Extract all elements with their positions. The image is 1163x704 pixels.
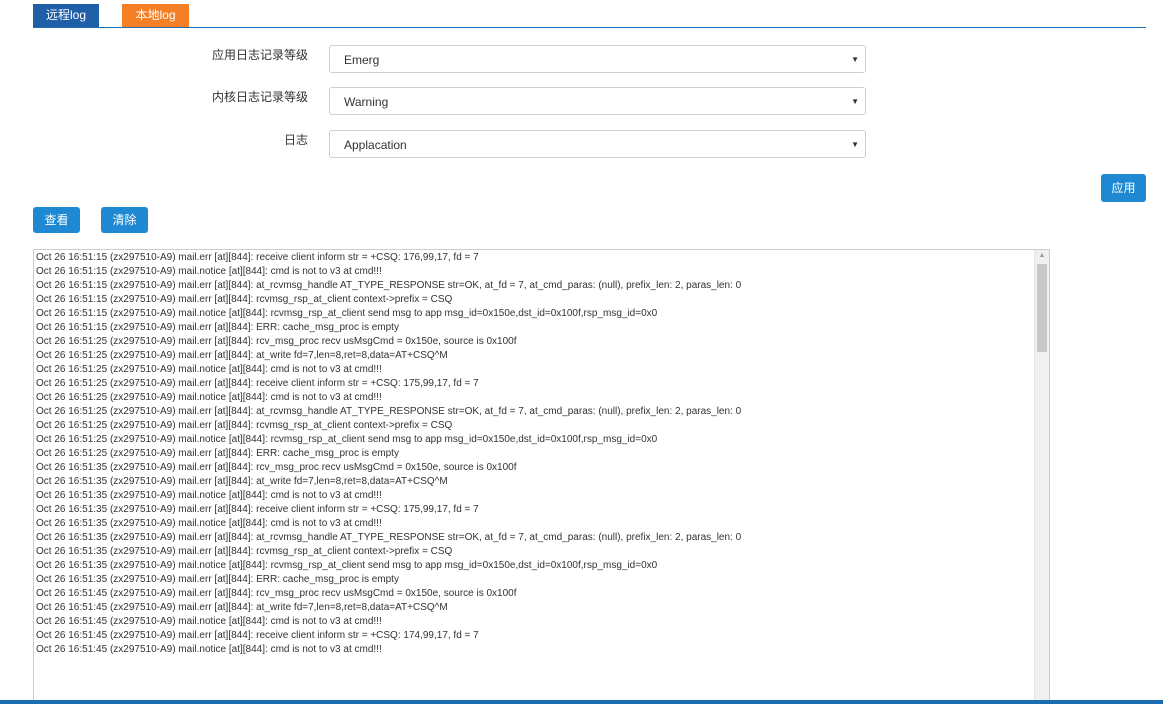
kernel-log-level-value: Warning	[344, 95, 389, 109]
log-line: Oct 26 16:51:15 (zx297510-A9) mail.notic…	[36, 266, 382, 277]
log-line: Oct 26 16:51:25 (zx297510-A9) mail.err […	[36, 336, 517, 347]
log-line: Oct 26 16:51:25 (zx297510-A9) mail.notic…	[36, 364, 382, 375]
apply-button[interactable]: 应用	[1101, 174, 1146, 202]
log-line: Oct 26 16:51:35 (zx297510-A9) mail.err […	[36, 532, 742, 543]
log-line: Oct 26 16:51:25 (zx297510-A9) mail.err […	[36, 420, 453, 431]
chevron-down-icon: ▼	[851, 140, 859, 149]
log-line: Oct 26 16:51:15 (zx297510-A9) mail.notic…	[36, 308, 658, 319]
log-line: Oct 26 16:51:45 (zx297510-A9) mail.err […	[36, 602, 448, 613]
log-line: Oct 26 16:51:25 (zx297510-A9) mail.err […	[36, 448, 399, 459]
clear-button[interactable]: 清除	[101, 207, 148, 233]
tab-remote-log[interactable]: 远程log	[33, 4, 99, 27]
log-type-row: 日志 Applacation ▼	[0, 129, 1163, 159]
log-line: Oct 26 16:51:35 (zx297510-A9) mail.notic…	[36, 490, 382, 501]
kernel-log-level-row: 内核日志记录等级 Warning ▼	[0, 86, 1163, 116]
log-line: Oct 26 16:51:25 (zx297510-A9) mail.err […	[36, 350, 448, 361]
tab-local-log[interactable]: 本地log	[122, 4, 189, 27]
log-line: Oct 26 16:51:45 (zx297510-A9) mail.err […	[36, 588, 517, 599]
log-line: Oct 26 16:51:25 (zx297510-A9) mail.notic…	[36, 392, 382, 403]
log-line: Oct 26 16:51:25 (zx297510-A9) mail.err […	[36, 406, 742, 417]
log-line: Oct 26 16:51:45 (zx297510-A9) mail.notic…	[36, 644, 382, 655]
log-type-value: Applacation	[344, 138, 407, 152]
log-type-select[interactable]: Applacation ▼	[329, 130, 866, 158]
log-tabs: 远程log 本地log	[33, 4, 1146, 28]
app-log-level-row: 应用日志记录等级 Emerg ▼	[0, 44, 1163, 74]
log-scrollbar[interactable]: ▲	[1034, 250, 1049, 703]
log-textarea[interactable]: Oct 26 16:51:15 (zx297510-A9) mail.err […	[33, 249, 1050, 704]
app-log-level-value: Emerg	[344, 53, 380, 67]
view-button[interactable]: 查看	[33, 207, 80, 233]
log-content: Oct 26 16:51:15 (zx297510-A9) mail.err […	[36, 251, 1031, 657]
log-line: Oct 26 16:51:15 (zx297510-A9) mail.err […	[36, 280, 742, 291]
log-line: Oct 26 16:51:35 (zx297510-A9) mail.notic…	[36, 518, 382, 529]
chevron-down-icon: ▼	[851, 55, 859, 64]
log-line: Oct 26 16:51:25 (zx297510-A9) mail.err […	[36, 378, 479, 389]
log-line: Oct 26 16:51:35 (zx297510-A9) mail.err […	[36, 574, 399, 585]
log-line: Oct 26 16:51:35 (zx297510-A9) mail.notic…	[36, 560, 658, 571]
scroll-up-arrow-icon[interactable]: ▲	[1035, 250, 1049, 262]
app-log-level-label: 应用日志记录等级	[211, 48, 308, 62]
log-line: Oct 26 16:51:25 (zx297510-A9) mail.notic…	[36, 434, 658, 445]
scrollbar-thumb[interactable]	[1037, 264, 1047, 352]
kernel-log-level-label: 内核日志记录等级	[211, 90, 308, 104]
log-type-label: 日志	[283, 133, 308, 147]
log-line: Oct 26 16:51:15 (zx297510-A9) mail.err […	[36, 294, 453, 305]
log-line: Oct 26 16:51:35 (zx297510-A9) mail.err […	[36, 546, 453, 557]
bottom-bar	[0, 700, 1163, 704]
kernel-log-level-select[interactable]: Warning ▼	[329, 87, 866, 115]
chevron-down-icon: ▼	[851, 97, 859, 106]
log-line: Oct 26 16:51:45 (zx297510-A9) mail.notic…	[36, 616, 382, 627]
log-line: Oct 26 16:51:45 (zx297510-A9) mail.err […	[36, 630, 479, 641]
log-line: Oct 26 16:51:15 (zx297510-A9) mail.err […	[36, 252, 479, 263]
app-log-level-select[interactable]: Emerg ▼	[329, 45, 866, 73]
log-line: Oct 26 16:51:15 (zx297510-A9) mail.err […	[36, 322, 399, 333]
log-line: Oct 26 16:51:35 (zx297510-A9) mail.err […	[36, 476, 448, 487]
log-line: Oct 26 16:51:35 (zx297510-A9) mail.err […	[36, 504, 479, 515]
log-line: Oct 26 16:51:35 (zx297510-A9) mail.err […	[36, 462, 517, 473]
